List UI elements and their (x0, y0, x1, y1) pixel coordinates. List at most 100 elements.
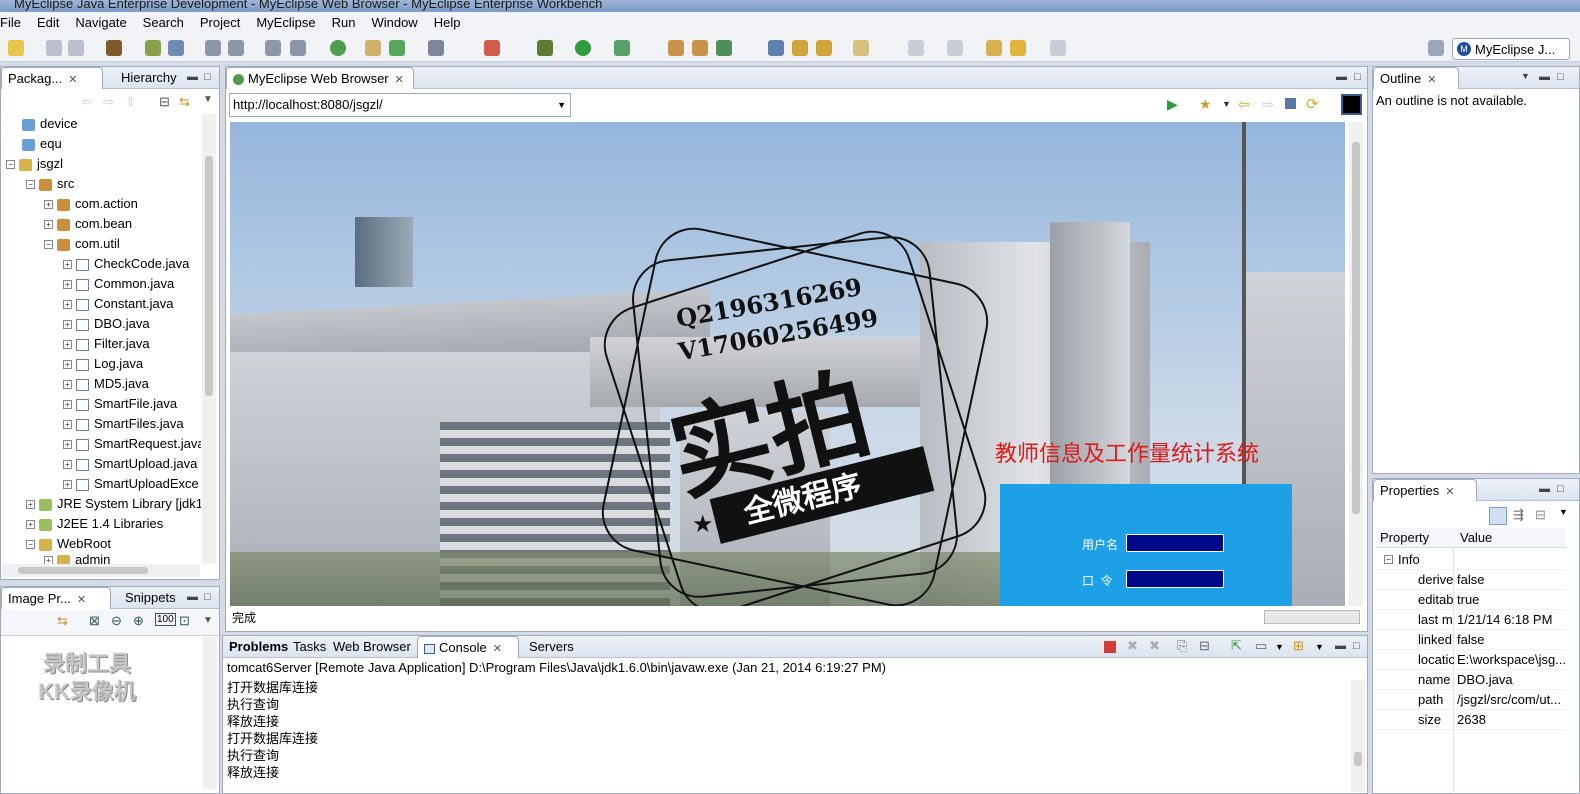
tree-item-jre-library[interactable]: + JRE System Library [jdk1 (26, 494, 201, 514)
maximize-icon[interactable]: □ (1557, 71, 1564, 83)
scrollbar-thumb[interactable] (1352, 142, 1360, 514)
favorites-icon[interactable]: ★ (1199, 96, 1212, 113)
username-input[interactable] (1126, 534, 1224, 552)
expand-icon[interactable]: + (44, 220, 53, 230)
server-icon[interactable] (168, 40, 184, 56)
toolbar-icon[interactable] (484, 40, 500, 56)
link-icon[interactable]: ⇆ (57, 613, 68, 629)
tree-item-java-file[interactable]: + CheckCode.java (63, 254, 189, 274)
up-icon[interactable]: ⇧ (125, 94, 136, 110)
maximize-icon[interactable]: □ (204, 591, 211, 603)
collapse-icon[interactable]: − (1384, 555, 1393, 564)
remove-launch-icon[interactable]: ✖ (1127, 638, 1138, 654)
scrollbar-thumb[interactable] (18, 567, 148, 574)
tree-item-java-file[interactable]: + Common.java (63, 274, 174, 294)
menu-edit[interactable]: Edit (29, 12, 67, 34)
expand-icon[interactable]: + (26, 520, 35, 530)
back-icon[interactable]: ⇦ (81, 94, 92, 110)
toolbar-icon[interactable] (908, 40, 924, 56)
stop-icon[interactable] (1285, 98, 1296, 109)
tree-item-java-file[interactable]: + MD5.java (63, 374, 149, 394)
image-preview-scrollbar[interactable] (203, 637, 217, 789)
expand-icon[interactable]: + (63, 320, 72, 330)
tab-hierarchy[interactable]: Hierarchy (115, 67, 183, 89)
maximize-icon[interactable]: □ (1557, 483, 1564, 495)
tree-item-com-bean[interactable]: + com.bean (44, 214, 132, 234)
open-type-icon[interactable] (106, 40, 122, 56)
zoom-out-icon[interactable]: ⊖ (111, 613, 122, 629)
toolbar-icon[interactable] (692, 40, 708, 56)
tab-snippets[interactable]: Snippets (119, 587, 182, 609)
chevron-down-icon[interactable]: ▼ (1315, 642, 1324, 652)
tab-tasks[interactable]: Tasks (287, 636, 332, 658)
view-menu-icon[interactable]: ▼ (203, 615, 213, 626)
menu-myeclipse[interactable]: MyEclipse (248, 12, 323, 34)
tree-item-device[interactable]: device (22, 114, 78, 134)
property-row[interactable]: last m 1/21/14 6:18 PM (1376, 610, 1566, 630)
tree-item-java-file[interactable]: + SmartFiles.java (63, 414, 184, 434)
toolbar-icon[interactable] (205, 40, 221, 56)
package-explorer-hscrollbar[interactable] (2, 564, 200, 577)
tree-item-equ[interactable]: equ (22, 134, 62, 154)
url-input[interactable]: http://localhost:8080/jsgzl/ ▼ (229, 93, 571, 117)
property-row[interactable]: derive false (1376, 570, 1566, 590)
tree-item-admin[interactable]: + admin (44, 552, 110, 564)
property-row[interactable]: locatic E:\workspace\jsg... (1376, 650, 1566, 670)
save-icon[interactable] (46, 40, 62, 56)
chevron-down-icon[interactable]: ▼ (1275, 642, 1284, 652)
tree-item-java-file[interactable]: + DBO.java (63, 314, 150, 334)
fit-window-icon[interactable]: ⊡ (179, 613, 190, 629)
tab-console[interactable]: Console ✕ (417, 636, 519, 658)
close-icon[interactable]: ✕ (395, 74, 404, 86)
collapse-all-icon[interactable]: ⊟ (159, 94, 170, 110)
collapse-icon[interactable]: − (6, 160, 15, 170)
pin-console-icon[interactable]: ⇱ (1231, 638, 1242, 654)
property-row[interactable]: path/jsgzl/src/com/ut... (1376, 690, 1566, 710)
toolbar-icon[interactable] (816, 40, 832, 56)
zoom-in-icon[interactable]: ⊕ (133, 613, 144, 629)
close-icon[interactable]: ✕ (493, 643, 502, 655)
password-input[interactable] (1126, 570, 1224, 588)
close-icon[interactable]: ✕ (1445, 486, 1454, 498)
expand-icon[interactable]: + (63, 260, 72, 270)
forward-icon[interactable] (1050, 40, 1066, 56)
toolbar-icon[interactable] (389, 40, 405, 56)
minimize-icon[interactable]: ▬ (187, 71, 198, 83)
last-edit-icon[interactable] (986, 40, 1002, 56)
clear-console-icon[interactable]: ⎘ (1177, 638, 1187, 654)
expand-icon[interactable]: + (63, 460, 72, 470)
minimize-icon[interactable]: ▬ (1335, 640, 1346, 652)
run-icon[interactable] (575, 40, 591, 56)
minimize-icon[interactable]: ▬ (187, 591, 198, 603)
actual-size-icon[interactable]: 100 (155, 613, 176, 626)
browser-scrollbar[interactable] (1349, 122, 1363, 606)
property-row[interactable]: size 2638 (1376, 710, 1566, 730)
tree-item-java-file[interactable]: + Log.java (63, 354, 143, 374)
tree-item-java-file[interactable]: + SmartRequest.java (63, 434, 201, 454)
view-menu-icon[interactable]: ▼ (1559, 507, 1568, 517)
go-icon[interactable]: ▶ (1167, 96, 1178, 113)
remove-all-icon[interactable]: ✖ (1149, 638, 1160, 654)
expand-icon[interactable]: + (63, 300, 72, 310)
collapse-icon[interactable]: − (44, 240, 53, 250)
tab-properties[interactable]: Properties ✕ (1373, 479, 1477, 501)
maximize-icon[interactable]: □ (1353, 640, 1360, 652)
filter-icon[interactable]: ⇶ (1513, 507, 1524, 523)
tree-item-com-action[interactable]: + com.action (44, 194, 138, 214)
package-explorer-scrollbar[interactable] (202, 114, 216, 564)
tab-problems[interactable]: Problems (223, 636, 294, 658)
browser-extra-icon[interactable] (1341, 94, 1362, 115)
scrollbar-thumb[interactable] (1354, 752, 1362, 766)
tree-item-jsgzl[interactable]: − jsgzl (6, 154, 63, 174)
expand-icon[interactable]: + (63, 440, 72, 450)
browser-icon[interactable] (330, 40, 346, 56)
chevron-down-icon[interactable]: ▼ (557, 94, 566, 116)
expand-icon[interactable]: + (44, 556, 53, 564)
toolbar-icon[interactable] (768, 40, 784, 56)
console-scrollbar[interactable] (1351, 680, 1365, 792)
minimize-icon[interactable]: ▬ (1539, 483, 1550, 495)
menu-search[interactable]: Search (135, 12, 192, 34)
forward-icon[interactable]: ⇨ (1262, 96, 1274, 113)
tab-servers[interactable]: Servers (523, 636, 580, 658)
menu-file[interactable]: File (0, 12, 29, 34)
